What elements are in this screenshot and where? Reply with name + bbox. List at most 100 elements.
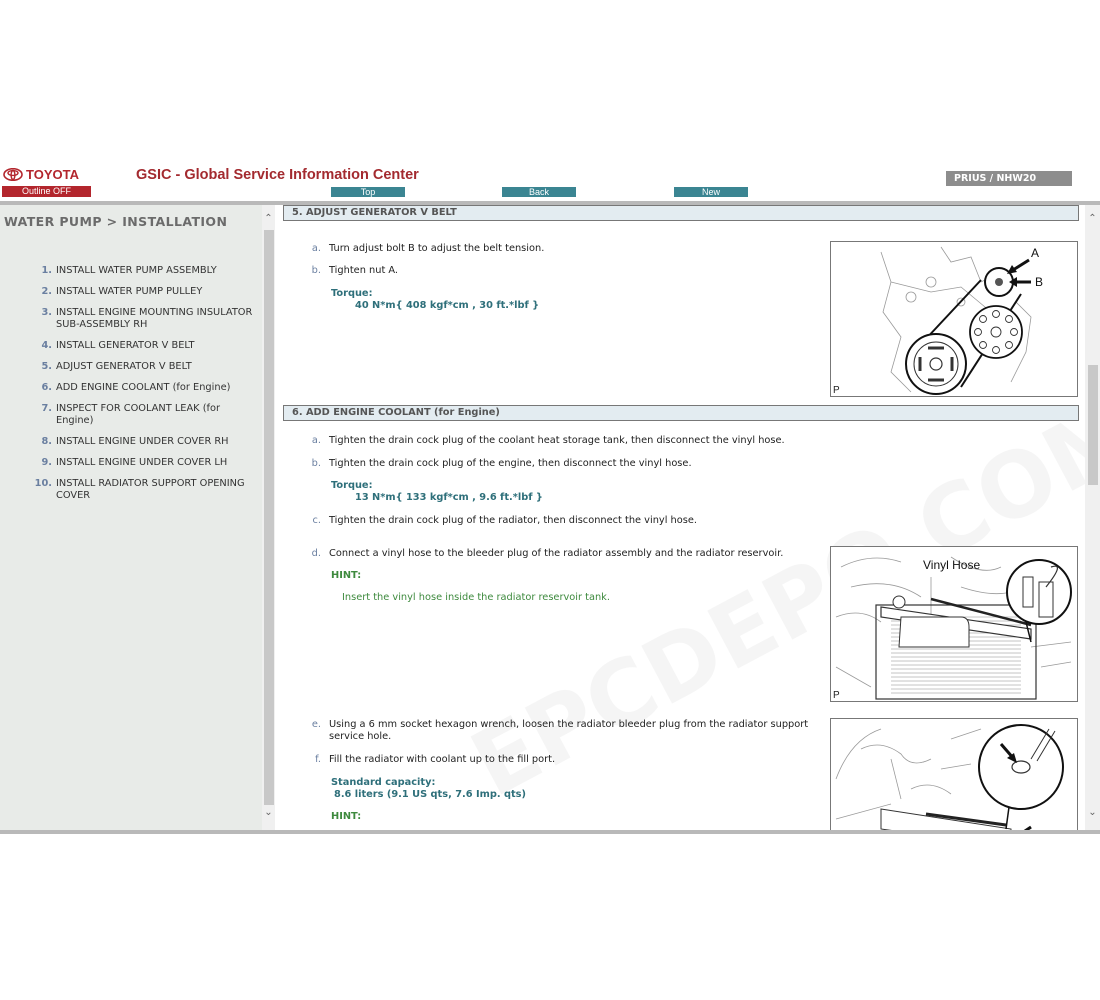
top-button[interactable]: Top <box>331 187 405 197</box>
back-button[interactable]: Back <box>502 187 576 197</box>
toc-number: 6. <box>41 382 52 393</box>
toyota-emblem-icon <box>3 168 23 181</box>
figure-label-a: A <box>1031 246 1039 260</box>
sidebar-outline: WATER PUMP > INSTALLATION 1. INSTALL WATE… <box>0 205 262 830</box>
step-text: Connect a vinyl hose to the bleeder plug… <box>329 548 784 559</box>
bleeder-plug-illustration <box>830 718 1078 830</box>
step-letter: a. <box>311 435 321 446</box>
toc-item[interactable]: 8. INSTALL ENGINE UNDER COVER RH <box>30 436 260 448</box>
torque-label: Torque: <box>331 288 373 299</box>
generator-belt-diagram-icon: A B <box>880 246 1043 395</box>
toc-number: 9. <box>41 457 52 468</box>
toc-label[interactable]: ADJUST GENERATOR V BELT <box>56 361 192 373</box>
step-5b: b. Tighten nut A. <box>307 265 398 277</box>
section-header-5: 5. ADJUST GENERATOR V BELT <box>283 205 1079 221</box>
capacity-value: 8.6 liters (9.1 US qts, 7.6 Imp. qts) <box>334 789 526 800</box>
torque-value: 40 N*m{ 408 kgf*cm , 30 ft.*lbf } <box>355 300 540 311</box>
toc-label[interactable]: INSTALL GENERATOR V BELT <box>56 340 194 352</box>
toc-item[interactable]: 5. ADJUST GENERATOR V BELT <box>30 361 260 373</box>
toc-number: 8. <box>41 436 52 447</box>
step-text: Turn adjust bolt B to adjust the belt te… <box>329 243 545 254</box>
step-letter: d. <box>311 548 321 559</box>
toc-label[interactable]: INSTALL WATER PUMP ASSEMBLY <box>56 265 217 277</box>
toc-item[interactable]: 9. INSTALL ENGINE UNDER COVER LH <box>30 457 260 469</box>
toc-item[interactable]: 3. INSTALL ENGINE MOUNTING INSULATOR SUB-… <box>30 307 260 331</box>
scroll-down-icon[interactable]: ⌄ <box>262 807 275 818</box>
sidebar-scroll-thumb[interactable] <box>264 230 274 805</box>
toc-item[interactable]: 2. INSTALL WATER PUMP PULLEY <box>30 286 260 298</box>
toc-item[interactable]: 4. INSTALL GENERATOR V BELT <box>30 340 260 352</box>
step-text: Tighten the drain cock plug of the coola… <box>329 435 785 446</box>
toc-number: 5. <box>41 361 52 372</box>
figure-corner-mark: P <box>833 385 840 396</box>
toc-number: 7. <box>41 403 52 414</box>
step-6e: e. Using a 6 mm socket hexagon wrench, l… <box>307 719 822 743</box>
model-badge: PRIUS / NHW20 <box>946 171 1072 186</box>
header: TOYOTA Outline OFF GSIC - Global Service… <box>0 163 1100 205</box>
hint-text: Insert the vinyl hose inside the radiato… <box>342 592 610 603</box>
step-6f: f. Fill the radiator with coolant up to … <box>307 754 555 766</box>
step-letter: b. <box>311 265 321 276</box>
scroll-up-icon[interactable]: ⌃ <box>1085 213 1100 224</box>
torque-label: Torque: <box>331 480 373 491</box>
content-scroll-thumb[interactable] <box>1088 365 1098 485</box>
hint-label: HINT: <box>331 811 362 822</box>
step-text: Fill the radiator with coolant up to the… <box>329 754 556 765</box>
torque-value: 13 N*m{ 133 kgf*cm , 9.6 ft.*lbf } <box>355 492 543 503</box>
step-6b: b. Tighten the drain cock plug of the en… <box>307 458 692 470</box>
step-letter: c. <box>312 515 321 526</box>
scroll-down-icon[interactable]: ⌄ <box>1085 807 1100 818</box>
step-letter: a. <box>311 243 321 254</box>
content-scrollbar[interactable]: ⌃ ⌄ <box>1085 205 1100 830</box>
toc-label[interactable]: INSTALL WATER PUMP PULLEY <box>56 286 202 298</box>
brand-name: TOYOTA <box>26 167 79 182</box>
toc-label[interactable]: INSTALL ENGINE UNDER COVER LH <box>56 457 227 469</box>
figure-label-b: B <box>1035 275 1043 289</box>
step-6a: a. Tighten the drain cock plug of the co… <box>307 435 785 447</box>
step-text: Tighten the drain cock plug of the radia… <box>329 515 697 526</box>
toc-item[interactable]: 1. INSTALL WATER PUMP ASSEMBLY <box>30 265 260 277</box>
toc-number: 3. <box>41 307 52 318</box>
toc-number: 10. <box>34 478 52 489</box>
step-letter: e. <box>311 719 321 730</box>
sidebar-scrollbar[interactable]: ⌃ ⌄ <box>262 205 275 830</box>
new-button[interactable]: New <box>674 187 748 197</box>
footer-divider <box>0 830 1100 834</box>
toc-item[interactable]: 10. INSTALL RADIATOR SUPPORT OPENING COVE… <box>30 478 260 502</box>
step-text: Tighten the drain cock plug of the engin… <box>329 458 692 469</box>
sidebar-title: WATER PUMP > INSTALLATION <box>4 214 228 229</box>
figure-label-vinyl-hose: Vinyl Hose <box>923 558 980 572</box>
toc-item[interactable]: 7. INSPECT FOR COOLANT LEAK (for Engine) <box>30 403 260 427</box>
app-title: GSIC - Global Service Information Center <box>136 167 419 183</box>
gsic-app: TOYOTA Outline OFF GSIC - Global Service… <box>0 163 1100 835</box>
figure-corner-mark: P <box>833 690 840 701</box>
toc-item[interactable]: 6. ADD ENGINE COOLANT (for Engine) <box>30 382 260 394</box>
radiator-bleeder-plug-diagram-icon <box>835 724 1064 830</box>
vinyl-hose-illustration: Vinyl Hose P <box>830 546 1078 702</box>
toc-list: 1. INSTALL WATER PUMP ASSEMBLY 2. INSTALL … <box>30 265 260 511</box>
toc-number: 2. <box>41 286 52 297</box>
toc-label[interactable]: INSPECT FOR COOLANT LEAK (for Engine) <box>56 403 260 427</box>
step-6c: c. Tighten the drain cock plug of the ra… <box>307 515 697 527</box>
hint-label: HINT: <box>331 570 362 581</box>
toyota-logo: TOYOTA <box>3 167 79 182</box>
capacity-label: Standard capacity: <box>331 777 436 788</box>
belt-illustration: A B P <box>830 241 1078 397</box>
toc-label[interactable]: INSTALL ENGINE UNDER COVER RH <box>56 436 229 448</box>
step-5a: a. Turn adjust bolt B to adjust the belt… <box>307 243 544 255</box>
step-text: Tighten nut A. <box>329 265 399 276</box>
step-letter: b. <box>311 458 321 469</box>
toc-label[interactable]: ADD ENGINE COOLANT (for Engine) <box>56 382 230 394</box>
scroll-up-icon[interactable]: ⌃ <box>262 213 275 224</box>
outline-toggle-button[interactable]: Outline OFF <box>2 186 91 197</box>
section-header-6: 6. ADD ENGINE COOLANT (for Engine) <box>283 405 1079 421</box>
step-6d: d. Connect a vinyl hose to the bleeder p… <box>307 548 784 560</box>
toc-label[interactable]: INSTALL RADIATOR SUPPORT OPENING COVER <box>56 478 260 502</box>
content-pane: EPCDEPO.COM 5. ADJUST GENERATOR V BELT a… <box>275 205 1085 830</box>
step-letter: f. <box>315 754 321 765</box>
toc-number: 1. <box>41 265 52 276</box>
radiator-vinyl-hose-diagram-icon: Vinyl Hose <box>835 556 1072 700</box>
step-text: Using a 6 mm socket hexagon wrench, loos… <box>329 719 809 742</box>
toc-label[interactable]: INSTALL ENGINE MOUNTING INSULATOR SUB-AS… <box>56 307 260 331</box>
toc-number: 4. <box>41 340 52 351</box>
